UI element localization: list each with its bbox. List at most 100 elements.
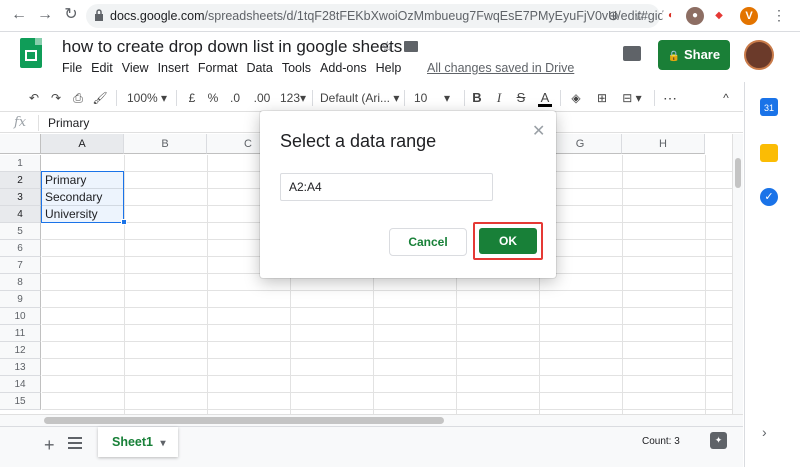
borders-icon[interactable]: ⊞ xyxy=(594,89,610,107)
font-select[interactable]: Default (Ari... ▾ xyxy=(320,89,400,107)
increase-decimal-button[interactable]: .00 xyxy=(250,89,274,107)
print-icon[interactable]: ⎙ xyxy=(70,89,86,107)
document-title[interactable]: how to create drop down list in google s… xyxy=(62,37,402,57)
cancel-button[interactable]: Cancel xyxy=(389,228,467,256)
forward-icon[interactable]: → xyxy=(34,4,56,26)
keep-icon[interactable] xyxy=(760,144,778,162)
extension-shield-icon[interactable]: ◆ xyxy=(710,7,728,25)
row-header-12[interactable]: 12 xyxy=(0,342,41,359)
address-bar[interactable]: docs.google.com/spreadsheets/d/1tqF28tFE… xyxy=(86,4,679,28)
redo-icon[interactable]: ↷ xyxy=(48,89,64,107)
percent-button[interactable]: % xyxy=(206,89,220,107)
sheet-bar: + Sheet1 ▾ Count: 3 ✦ xyxy=(0,426,743,467)
cell-a3[interactable]: Secondary xyxy=(42,189,124,206)
docs-header: how to create drop down list in google s… xyxy=(0,32,800,82)
calendar-icon[interactable]: 31 xyxy=(760,98,778,116)
currency-button[interactable]: £ xyxy=(186,89,198,107)
toolbar-divider xyxy=(116,90,117,106)
paint-format-icon[interactable]: 🖌 xyxy=(92,89,108,107)
more-options-icon[interactable]: ⋯ xyxy=(662,89,678,107)
more-formats-select[interactable]: 123▾ xyxy=(278,89,308,107)
formula-input[interactable]: Primary xyxy=(48,116,89,130)
menu-format[interactable]: Format xyxy=(198,61,238,75)
select-all-corner[interactable] xyxy=(0,134,41,154)
star-icon[interactable]: ☆ xyxy=(381,38,394,55)
add-sheet-icon[interactable]: + xyxy=(44,435,55,456)
italic-button[interactable]: I xyxy=(492,89,506,107)
explore-icon[interactable]: ✦ xyxy=(710,432,727,449)
vertical-scrollbar[interactable] xyxy=(732,134,743,414)
share-label: Share xyxy=(683,47,721,62)
close-icon[interactable]: ✕ xyxy=(532,121,545,141)
selection-count[interactable]: Count: 3 xyxy=(642,436,680,447)
move-folder-icon[interactable] xyxy=(404,41,418,52)
strikethrough-button[interactable]: S xyxy=(514,89,528,107)
comment-history-icon[interactable] xyxy=(623,46,641,61)
save-status-link[interactable]: All changes saved in Drive xyxy=(427,61,574,75)
formatting-toolbar: ↶ ↷ ⎙ 🖌 100% ▾ £ % .0 .00 123▾ Default (… xyxy=(0,84,743,112)
all-sheets-icon[interactable] xyxy=(68,437,82,449)
row-header-8[interactable]: 8 xyxy=(0,274,41,291)
vertical-scroll-thumb[interactable] xyxy=(735,158,741,188)
row-header-13[interactable]: 13 xyxy=(0,359,41,376)
collapse-menu-icon[interactable]: ^ xyxy=(718,89,734,107)
row-header-7[interactable]: 7 xyxy=(0,257,41,274)
cell-a4[interactable]: University xyxy=(42,206,124,223)
menu-view[interactable]: View xyxy=(122,61,149,75)
extension-cookie-icon[interactable]: ● xyxy=(686,7,704,25)
menu-edit[interactable]: Edit xyxy=(91,61,113,75)
row-header-2[interactable]: 2 xyxy=(0,172,41,189)
cell-a2[interactable]: Primary xyxy=(42,172,124,189)
undo-icon[interactable]: ↶ xyxy=(26,89,42,107)
row-header-15[interactable]: 15 xyxy=(0,393,41,410)
account-avatar[interactable] xyxy=(744,40,774,70)
row-header-11[interactable]: 11 xyxy=(0,325,41,342)
column-header-a[interactable]: A xyxy=(41,134,124,154)
row-header-9[interactable]: 9 xyxy=(0,291,41,308)
side-panel: 31 ✓ › xyxy=(744,82,800,467)
decrease-decimal-button[interactable]: .0 xyxy=(226,89,244,107)
reload-icon[interactable]: ↻ xyxy=(60,4,82,26)
horizontal-scroll-thumb[interactable] xyxy=(44,417,444,424)
expand-panel-icon[interactable]: › xyxy=(762,424,767,440)
row-header-5[interactable]: 5 xyxy=(0,223,41,240)
data-range-input[interactable]: A2:A4 xyxy=(280,173,493,201)
menu-addons[interactable]: Add-ons xyxy=(320,61,367,75)
menu-file[interactable]: File xyxy=(62,61,82,75)
back-icon[interactable]: ← xyxy=(8,4,30,26)
extension-icon[interactable]: ◐ xyxy=(662,7,680,25)
merge-cells-icon[interactable]: ⊟ ▾ xyxy=(618,89,646,107)
zoom-select[interactable]: 100% ▾ xyxy=(124,89,170,107)
row-header-6[interactable]: 6 xyxy=(0,240,41,257)
menu-data[interactable]: Data xyxy=(246,61,272,75)
row-header-10[interactable]: 10 xyxy=(0,308,41,325)
row-header-4[interactable]: 4 xyxy=(0,206,41,223)
ok-highlight-box: OK xyxy=(473,222,543,260)
text-color-button[interactable]: A xyxy=(538,89,552,107)
horizontal-scrollbar[interactable] xyxy=(0,414,743,426)
row-header-14[interactable]: 14 xyxy=(0,376,41,393)
menu-insert[interactable]: Insert xyxy=(158,61,189,75)
profile-avatar[interactable]: V xyxy=(740,7,758,25)
fill-color-icon[interactable]: ◈ xyxy=(568,89,584,107)
row-header-3[interactable]: 3 xyxy=(0,189,41,206)
font-size-select[interactable]: 10 ▾ xyxy=(414,89,460,107)
toolbar-divider xyxy=(176,90,177,106)
menu-help[interactable]: Help xyxy=(376,61,402,75)
column-header-h[interactable]: H xyxy=(622,134,705,154)
bold-button[interactable]: B xyxy=(470,89,484,107)
sheet-tab[interactable]: Sheet1 ▾ xyxy=(98,427,178,457)
column-header-b[interactable]: B xyxy=(124,134,207,154)
tasks-icon[interactable]: ✓ xyxy=(760,188,778,206)
browser-menu-icon[interactable]: ⋮ xyxy=(772,6,786,24)
bookmark-star-icon[interactable]: ☆ xyxy=(634,8,646,24)
sheet-tab-caret[interactable]: ▾ xyxy=(160,438,165,449)
url-text: docs.google.com/spreadsheets/d/1tqF28tFE… xyxy=(110,9,679,23)
row-header-1[interactable]: 1 xyxy=(0,155,41,172)
menu-tools[interactable]: Tools xyxy=(282,61,311,75)
share-button[interactable]: 🔒 Share xyxy=(658,40,730,70)
zoom-icon[interactable]: ⊕ xyxy=(608,8,619,24)
lock-icon xyxy=(95,9,103,21)
sheets-logo-icon[interactable] xyxy=(20,38,42,68)
ok-button[interactable]: OK xyxy=(479,228,537,254)
